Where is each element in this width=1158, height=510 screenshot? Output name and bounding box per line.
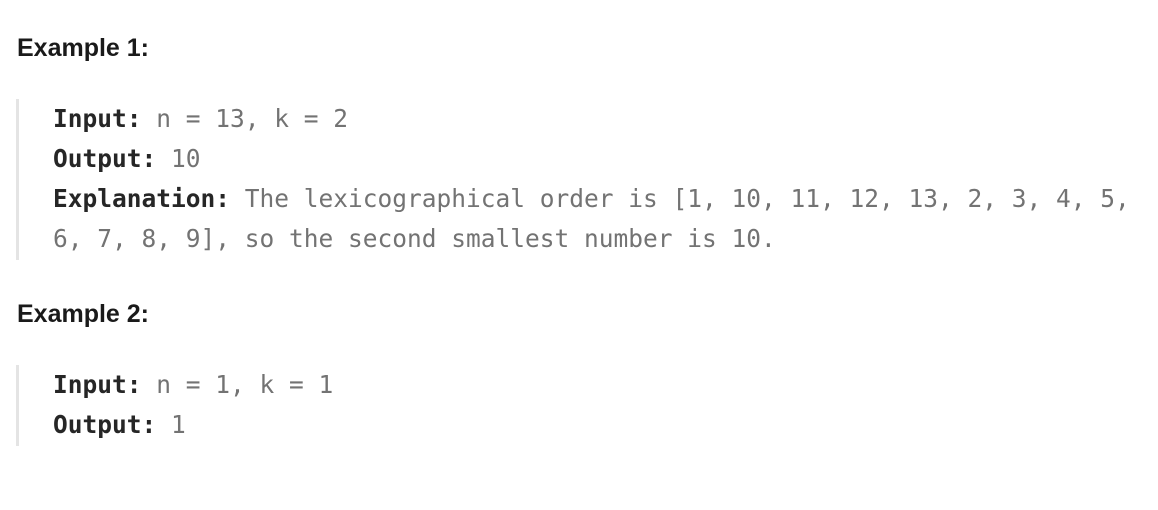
example-2-input-line: Input: n = 1, k = 1 xyxy=(53,365,1146,405)
explanation-label: Explanation: xyxy=(53,184,231,213)
output-label: Output: xyxy=(53,410,157,439)
input-label: Input: xyxy=(53,370,142,399)
example-1-code-block: Input: n = 13, k = 2 Output: 10 Explanat… xyxy=(16,99,1146,260)
input-value: n = 1, k = 1 xyxy=(156,370,334,399)
example-1-output-line: Output: 10 xyxy=(53,139,1146,179)
output-value: 1 xyxy=(171,410,186,439)
input-value: n = 13, k = 2 xyxy=(156,104,349,133)
example-1-explanation-line: Explanation: The lexicographical order i… xyxy=(53,179,1146,259)
output-label: Output: xyxy=(53,144,157,173)
example-1-input-line: Input: n = 13, k = 2 xyxy=(53,99,1146,139)
example-2-code-block: Input: n = 1, k = 1 Output: 1 xyxy=(16,365,1146,446)
example-2-heading: Example 2: xyxy=(17,300,150,328)
example-2-output-line: Output: 1 xyxy=(53,405,1146,445)
input-label: Input: xyxy=(53,104,142,133)
example-1-heading: Example 1: xyxy=(17,34,150,62)
output-value: 10 xyxy=(171,144,201,173)
